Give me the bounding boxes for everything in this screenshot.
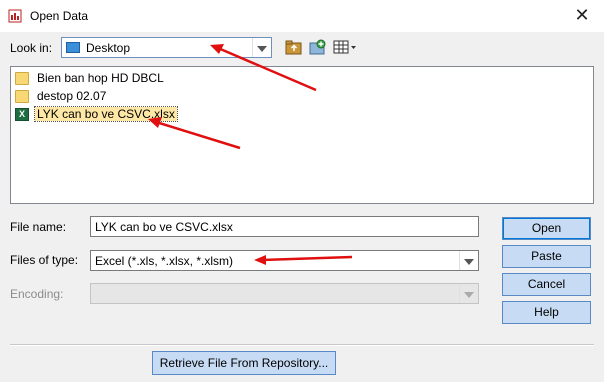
- annotation-arrow: [155, 120, 241, 150]
- annotation-arrowhead: [148, 117, 162, 128]
- annotation-arrow: [261, 255, 353, 262]
- annotation-arrows: [148, 44, 353, 265]
- annotation-arrow: [217, 46, 317, 92]
- annotation-arrowhead: [254, 255, 266, 265]
